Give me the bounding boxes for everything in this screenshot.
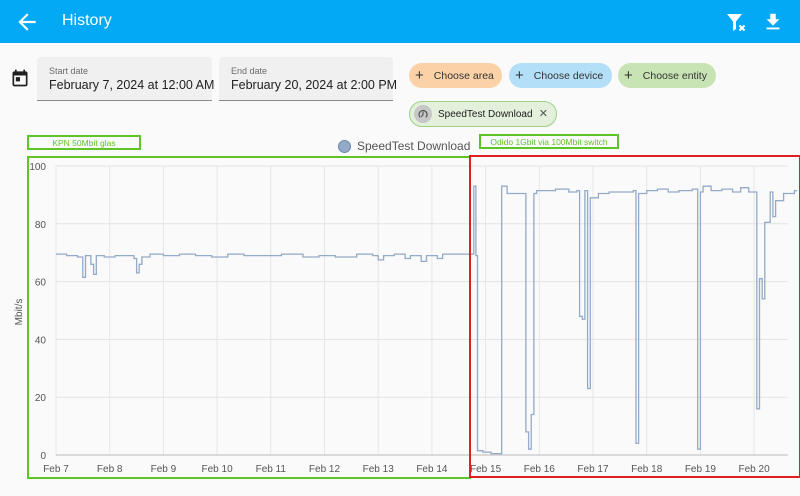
selected-entity-label: SpeedTest Download — [438, 108, 533, 120]
end-date-field[interactable]: End date February 20, 2024 at 2:00 PM — [219, 57, 397, 101]
choose-entity-label: Choose entity — [642, 69, 707, 82]
choose-area-button[interactable]: + Choose area — [409, 63, 502, 88]
clear-filter-icon[interactable] — [724, 10, 748, 34]
plus-icon: + — [415, 67, 424, 84]
download-icon[interactable] — [762, 10, 784, 34]
odido-annotation: Odido 1Gbit via 100Mbit switch — [479, 134, 619, 149]
end-date-value: February 20, 2024 at 2:00 PM — [231, 78, 398, 92]
start-date-label: Start date — [49, 66, 89, 76]
page-title: History — [62, 12, 112, 29]
choose-device-label: Choose device — [533, 69, 604, 82]
back-arrow-icon[interactable] — [14, 9, 40, 35]
speedometer-icon — [414, 105, 432, 123]
y-axis-label: Mbit/s — [14, 299, 25, 326]
remove-entity-icon[interactable]: ✕ — [539, 107, 548, 120]
odido-highlight-box — [469, 155, 800, 478]
plus-icon: + — [515, 67, 524, 84]
choose-device-button[interactable]: + Choose device — [509, 63, 612, 88]
kpn-annotation: KPN 50Mbit glas — [27, 135, 141, 150]
calendar-icon[interactable] — [10, 68, 30, 88]
start-date-field[interactable]: Start date February 7, 2024 at 12:00 AM — [37, 57, 215, 101]
choose-area-label: Choose area — [433, 69, 494, 82]
start-date-value: February 7, 2024 at 12:00 AM — [49, 78, 215, 92]
choose-entity-button[interactable]: + Choose entity — [618, 63, 716, 88]
plus-icon: + — [624, 67, 633, 84]
selected-entity-chip[interactable]: SpeedTest Download ✕ — [409, 101, 557, 127]
top-app-bar: History — [0, 0, 800, 43]
kpn-highlight-box — [27, 156, 471, 479]
end-date-label: End date — [231, 66, 268, 76]
